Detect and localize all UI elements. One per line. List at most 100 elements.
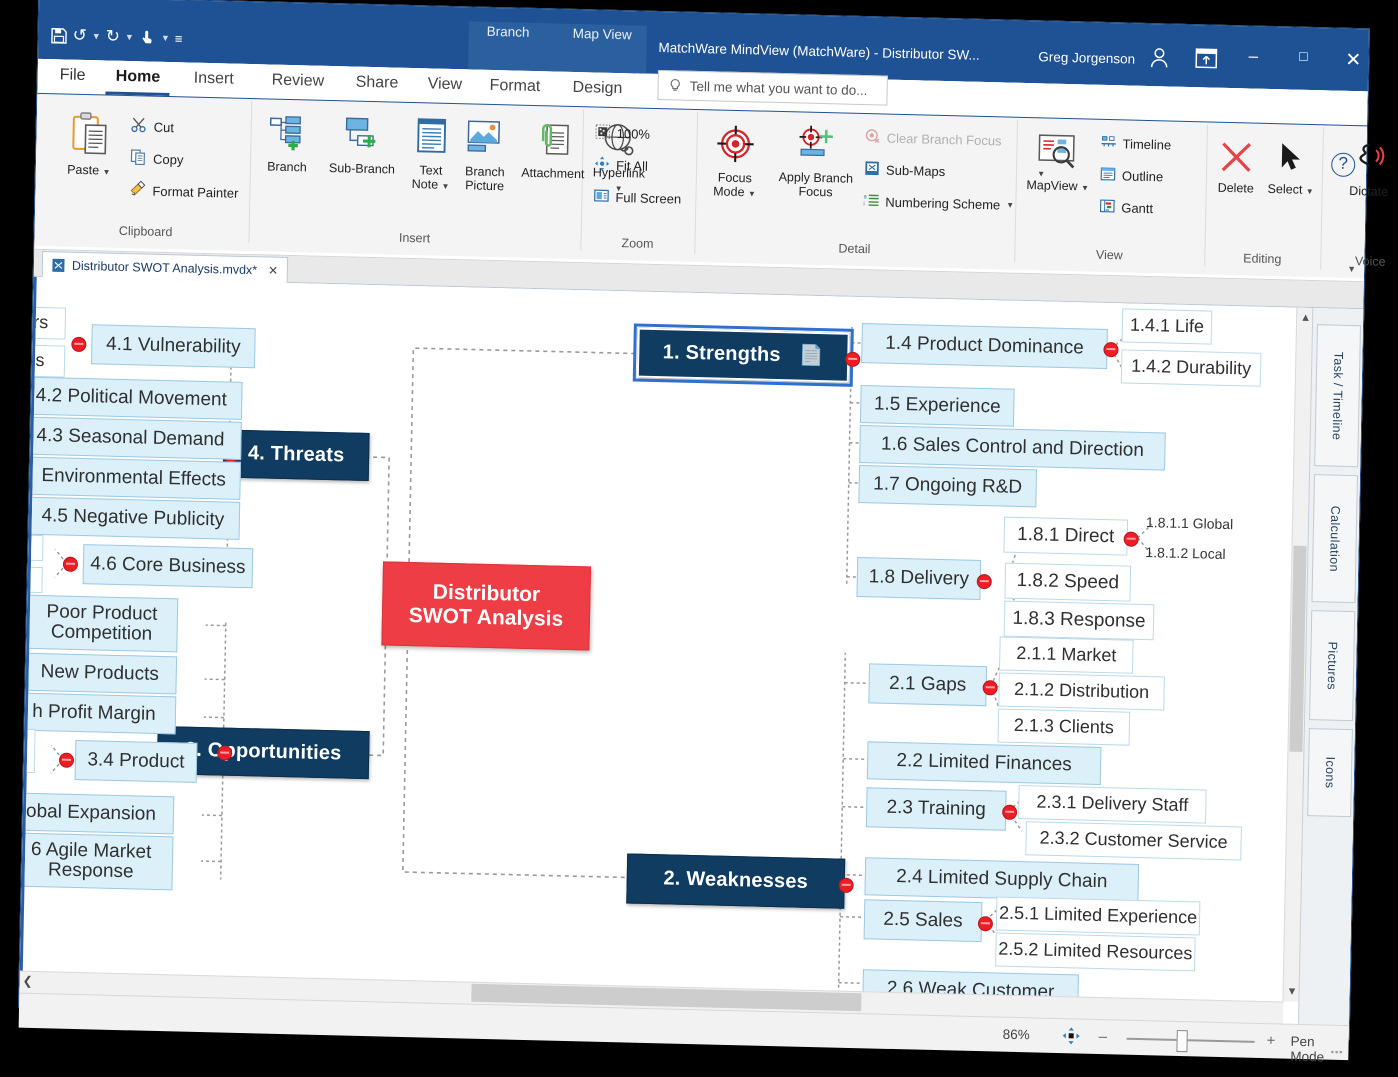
mindmap-collapse-dot-strengths[interactable] (845, 351, 861, 368)
tab-design[interactable]: Design (562, 76, 632, 105)
mindmap-node-1-4-1[interactable]: 1.4.1 Life (1121, 308, 1213, 345)
undo-caret-icon[interactable]: ▼ (92, 31, 101, 41)
collapse-ribbon-icon[interactable]: ▼ (1347, 264, 1356, 274)
text-note-button[interactable]: Text Note ▼ (408, 117, 455, 192)
mindmap-node-2-1-3[interactable]: 2.1.3 Clients (997, 708, 1131, 746)
zoom-slider-thumb[interactable] (1176, 1029, 1188, 1053)
mindmap-collapse-dot-4-1[interactable] (71, 336, 87, 353)
outline-button[interactable]: Outline (1100, 166, 1164, 187)
ribbon-display-options-icon[interactable] (1193, 45, 1220, 72)
mindmap-node-2-2[interactable]: 2.2 Limited Finances (866, 741, 1102, 786)
mindmap-node-1-8-2[interactable]: 1.8.2 Speed (1004, 562, 1132, 602)
side-tab-calculation[interactable]: Calculation (1311, 474, 1358, 604)
tell-me-search-box[interactable]: Tell me what you want to do... (657, 69, 888, 106)
scroll-left-icon[interactable]: ❮ (22, 974, 32, 988)
mindmap-collapse-dot-4-6[interactable] (62, 556, 79, 572)
qat-more-icon[interactable]: ≡ (175, 31, 183, 46)
text-note-caret-icon[interactable]: ▼ (442, 182, 450, 191)
mindmap-node-4-3[interactable]: 4.3 Seasonal Demand (19, 416, 242, 460)
undo-icon[interactable]: ↺ (72, 26, 87, 46)
tab-view[interactable]: View (417, 72, 472, 100)
zoom-out-button[interactable]: – (1099, 1028, 1108, 1045)
mindmap-node-1-4-2[interactable]: 1.4.2 Durability (1120, 349, 1262, 387)
mindmap-collapse-dot-2-5[interactable] (977, 916, 994, 932)
save-icon[interactable] (50, 27, 67, 44)
document-tab-close-icon[interactable]: ✕ (268, 263, 278, 277)
tab-format[interactable]: Format (479, 74, 550, 103)
mindmap-node-3-1[interactable]: Poor Product Competition (25, 594, 179, 653)
cut-button[interactable]: Cut (131, 116, 175, 137)
copy-button[interactable]: Copy (130, 148, 184, 169)
fit-all-button[interactable]: Fit All (594, 155, 648, 175)
quick-access-toolbar[interactable]: ↺ ▼ ↻ ▼ ▼ ≡ (50, 25, 183, 48)
mindmap-node-1-8[interactable]: 1.8 Delivery (856, 556, 982, 601)
minimize-button[interactable]: – (1236, 46, 1270, 67)
mindmap-node-2-5-1[interactable]: 2.5.1 Limited Experience (995, 896, 1201, 936)
branch-note-icon[interactable]: 📄 (798, 345, 824, 368)
mindmap-node-4-6[interactable]: 4.6 Core Business (82, 544, 254, 589)
mindmap-node-2-1[interactable]: 2.1 Gaps (868, 663, 988, 707)
mindmap-node-threat-stub-a[interactable] (19, 533, 44, 562)
tab-share[interactable]: Share (345, 70, 408, 99)
touch-mode-icon[interactable] (139, 29, 156, 46)
sub-branch-button[interactable]: Sub-Branch (322, 115, 403, 177)
mindmap-node-3-6[interactable]: 6 Agile Market Response (19, 832, 174, 891)
mindmap-node-threat-stub-b[interactable] (19, 565, 43, 594)
tab-home[interactable]: Home (105, 64, 171, 97)
tab-file[interactable]: File (49, 63, 95, 91)
mindmap-collapse-dot-1-8-1[interactable] (1123, 531, 1139, 547)
mindmap-node-1-7[interactable]: 1.7 Ongoing R&D (858, 465, 1038, 508)
focus-mode-button[interactable]: Focus Mode ▼ (703, 122, 767, 199)
focus-mode-caret-icon[interactable]: ▼ (748, 189, 756, 198)
tab-review[interactable]: Review (261, 68, 334, 97)
mindmap-node-2-3-2[interactable]: 2.3.2 Customer Service (1025, 821, 1242, 861)
tab-insert[interactable]: Insert (183, 66, 244, 94)
mindmap-node-threat-sub-b[interactable]: ds (19, 344, 66, 378)
mindmap-node-3-2[interactable]: New Products (22, 652, 178, 695)
mindmap-collapse-dot-2-3[interactable] (1002, 804, 1018, 820)
mindmap-branch-weaknesses[interactable]: 2. Weaknesses (626, 853, 846, 909)
numbering-scheme-caret-icon[interactable]: ▼ (1006, 201, 1014, 210)
maximize-button[interactable]: □ (1286, 47, 1320, 64)
mindmap-node-3-4[interactable]: 3.4 Product (74, 739, 198, 783)
side-tab-task-timeline[interactable]: Task / Timeline (1314, 324, 1362, 468)
branch-button[interactable]: Branch (256, 113, 319, 175)
full-screen-button[interactable]: Full Screen (593, 187, 681, 208)
resize-grip-icon[interactable]: ▪▪▪ (1331, 1047, 1344, 1057)
side-tab-icons[interactable]: Icons (1307, 728, 1353, 818)
mindmap-node-opp-stub[interactable] (19, 727, 36, 773)
mindmap-branch-strengths[interactable]: 1. Strengths 📄 (632, 323, 854, 388)
gantt-button[interactable]: Gantt (1099, 198, 1153, 218)
mindmap-node-2-3[interactable]: 2.3 Training (865, 787, 1007, 831)
mindmap-node-1-4[interactable]: 1.4 Product Dominance (861, 323, 1108, 370)
mindmap-canvas[interactable]: Distributor SWOT Analysis 1. Strengths 📄… (19, 276, 1314, 1024)
mindmap-node-1-8-3[interactable]: 1.8.3 Response (1003, 600, 1155, 641)
mindmap-node-2-1-1[interactable]: 2.1.1 Market (999, 636, 1134, 674)
tab-map-view[interactable]: Map View (573, 26, 632, 42)
mindmap-collapse-dot-1-4[interactable] (1103, 341, 1119, 358)
mindmap-node-4-2[interactable]: 4.2 Political Movement (19, 376, 243, 420)
mindmap-collapse-dot-3-4[interactable] (58, 752, 75, 768)
scroll-down-icon[interactable]: ▼ (1286, 986, 1297, 998)
paste-button[interactable]: Paste ▼ (60, 110, 119, 177)
zoom-slider-track[interactable] (1126, 1037, 1255, 1043)
user-avatar-icon[interactable] (1148, 46, 1170, 71)
mindmap-node-1-8-1[interactable]: 1.8.1 Direct (1003, 516, 1129, 556)
side-tab-pictures[interactable]: Pictures (1309, 610, 1356, 722)
attachment-button[interactable]: Attachment (518, 120, 589, 182)
mindmap-node-2-4[interactable]: 2.4 Limited Supply Chain (864, 857, 1140, 902)
fit-all-icon[interactable] (1061, 1026, 1080, 1045)
mindmap-branch-threats[interactable]: 4. Threats (222, 429, 370, 482)
mindmap-collapse-dot-1-8[interactable] (976, 573, 992, 590)
delete-button[interactable]: Delete (1210, 139, 1263, 196)
mindmap-node-3-5[interactable]: obal Expansion (19, 792, 175, 835)
mindmap-node-2-5[interactable]: 2.5 Sales (863, 899, 983, 943)
mindmap-node-threat-sub-a[interactable]: ors (19, 306, 67, 340)
mindmap-node-1-5[interactable]: 1.5 Experience (859, 385, 1015, 427)
mindmap-node-1-8-1-2[interactable]: 1.8.1.2 Local (1145, 542, 1285, 567)
zoom-in-button[interactable]: + (1266, 1032, 1275, 1049)
branch-picture-button[interactable]: Branch Picture (455, 118, 514, 193)
mapview-caret-icon[interactable]: ▼ (1081, 183, 1089, 192)
user-account-name[interactable]: Greg Jorgenson (1038, 49, 1135, 66)
mindmap-node-2-3-1[interactable]: 2.3.1 Delivery Staff (1018, 785, 1207, 824)
